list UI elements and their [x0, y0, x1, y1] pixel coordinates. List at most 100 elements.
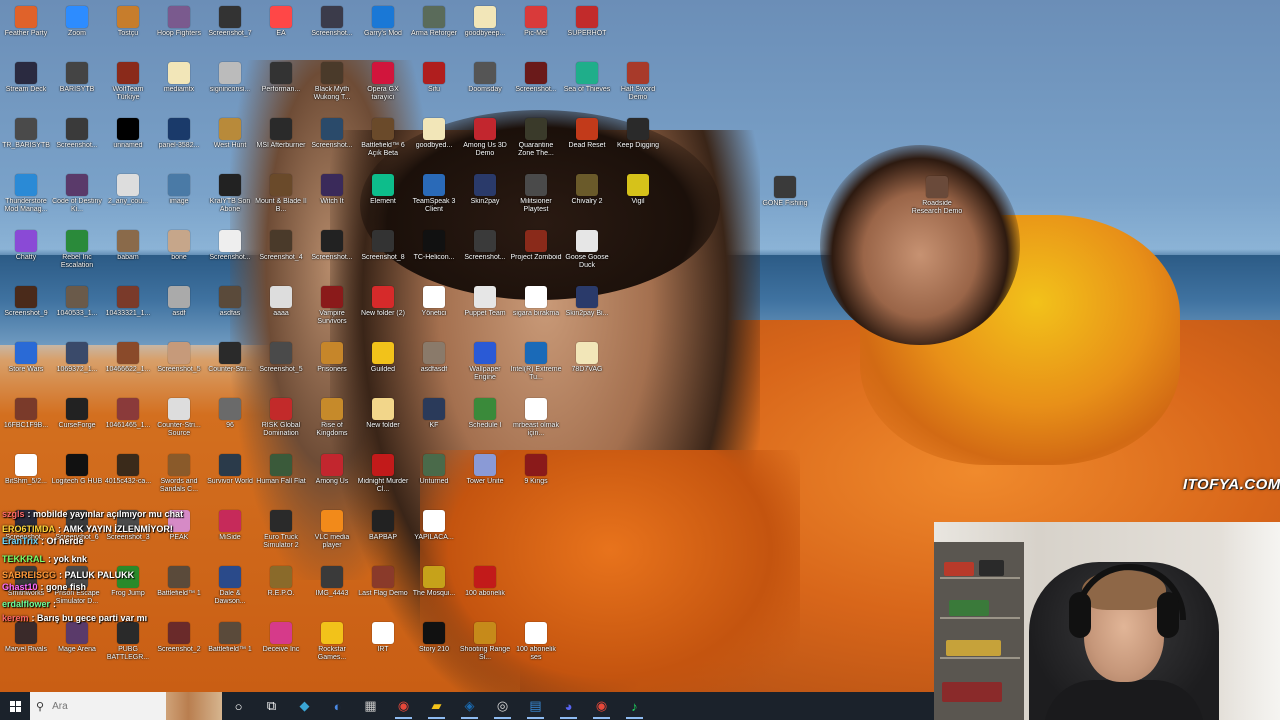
desktop-icon[interactable]: Rockstar Games...: [306, 618, 358, 662]
desktop-icon[interactable]: IMG_4443: [306, 562, 358, 598]
search-input[interactable]: [50, 699, 165, 713]
desktop-icon[interactable]: 9 Kings: [510, 450, 562, 486]
desktop-icon[interactable]: Human Fall Flat: [255, 450, 307, 486]
desktop-icon[interactable]: Last Flag Demo: [357, 562, 409, 598]
desktop-icon[interactable]: bone: [153, 226, 205, 262]
desktop-icon[interactable]: 10461465_1...: [102, 394, 154, 430]
desktop-icon[interactable]: Survivor World: [204, 450, 256, 486]
desktop-icon[interactable]: IRT: [357, 618, 409, 654]
desktop-icon[interactable]: Screenshot...: [459, 226, 511, 262]
taskbar-task-view-button[interactable]: ⧉: [255, 692, 288, 720]
desktop-icon[interactable]: Swords and Sandals C...: [153, 450, 205, 494]
taskbar-chrome-button[interactable]: ◉: [387, 692, 420, 720]
taskbar-app-button[interactable]: ▤: [519, 692, 552, 720]
desktop-icon[interactable]: Logitech G HUB: [51, 450, 103, 486]
desktop-icon[interactable]: babam: [102, 226, 154, 262]
desktop-icon[interactable]: 1040533_1...: [51, 282, 103, 318]
desktop-icon[interactable]: Rebel Inc Escalation: [51, 226, 103, 270]
desktop-icon[interactable]: GONE Fishing: [759, 172, 811, 208]
desktop-icon[interactable]: Among Us 3D Demo: [459, 114, 511, 158]
desktop-icon[interactable]: Sea of Thieves: [561, 58, 613, 94]
desktop-icon[interactable]: Screenshot...: [306, 226, 358, 262]
taskbar-calculator-button[interactable]: ▦: [354, 692, 387, 720]
desktop-icon[interactable]: asdfasdf: [408, 338, 460, 374]
desktop-icon[interactable]: EA: [255, 2, 307, 38]
desktop-icon[interactable]: Arma Reforger: [408, 2, 460, 38]
desktop-icon[interactable]: Hoop Fighters: [153, 2, 205, 38]
desktop-icon[interactable]: Screenshot_8: [357, 226, 409, 262]
desktop-icon[interactable]: Rise of Kingdoms: [306, 394, 358, 438]
desktop-icon[interactable]: Among Us: [306, 450, 358, 486]
taskbar-discord-button[interactable]: ◕: [552, 692, 585, 720]
desktop-icon[interactable]: Shooting Range Si...: [459, 618, 511, 662]
desktop-icon[interactable]: Store Wars: [0, 338, 52, 374]
desktop-icon[interactable]: Goose Goose Duck: [561, 226, 613, 270]
desktop-icon[interactable]: YAPILACA...: [408, 506, 460, 542]
desktop-icon[interactable]: goodbyed...: [408, 114, 460, 150]
desktop-icon[interactable]: 16FBC1F9B...: [0, 394, 52, 430]
taskbar-steam-button[interactable]: ◈: [453, 692, 486, 720]
desktop-icon[interactable]: Story 210: [408, 618, 460, 654]
desktop-icon[interactable]: TeamSpeak 3 Client: [408, 170, 460, 214]
taskbar-search-box[interactable]: ⚲: [30, 692, 222, 720]
desktop-icon[interactable]: Screenshot_5: [153, 338, 205, 374]
desktop-icon[interactable]: Element: [357, 170, 409, 206]
desktop-icon[interactable]: CurseForge: [51, 394, 103, 430]
desktop-icon[interactable]: Tower Unite: [459, 450, 511, 486]
desktop-icon[interactable]: Witch It: [306, 170, 358, 206]
taskbar-file-explorer-button[interactable]: ▰: [420, 692, 453, 720]
desktop-icon[interactable]: 10466622_1...: [102, 338, 154, 374]
desktop-icon[interactable]: Tostçu: [102, 2, 154, 38]
desktop-icon[interactable]: Keep Digging: [612, 114, 664, 150]
taskbar-streamdeck-taskbar-button[interactable]: ◆: [288, 692, 321, 720]
desktop-icon[interactable]: Puppet Team: [459, 282, 511, 318]
desktop-icon[interactable]: Mount & Blade II B...: [255, 170, 307, 214]
desktop-icon[interactable]: aaaa: [255, 282, 307, 318]
desktop-icon[interactable]: 4015c432-ca...: [102, 450, 154, 486]
desktop-icon[interactable]: asdf: [153, 282, 205, 318]
desktop-icon[interactable]: Feather Party: [0, 2, 52, 38]
desktop-icon[interactable]: Zoom: [51, 2, 103, 38]
desktop-icon[interactable]: Half Sword Demo: [612, 58, 664, 102]
desktop-icon[interactable]: BARISYTB: [51, 58, 103, 94]
desktop-icon[interactable]: 2_any_cou...: [102, 170, 154, 206]
desktop-icon[interactable]: Dead Reset: [561, 114, 613, 150]
desktop-icon[interactable]: Quarantine Zone The...: [510, 114, 562, 158]
desktop-icon[interactable]: Screenshot_9: [0, 282, 52, 318]
desktop-icon[interactable]: Unturned: [408, 450, 460, 486]
desktop-icon[interactable]: Black Myth Wukong T...: [306, 58, 358, 102]
desktop-icon[interactable]: TC-Helicon...: [408, 226, 460, 262]
desktop-icon[interactable]: KF: [408, 394, 460, 430]
desktop-icon[interactable]: Code of Destiny Ki...: [51, 170, 103, 214]
desktop-icon[interactable]: SUPERHOT: [561, 2, 613, 38]
desktop-icon[interactable]: 100 abonelik: [459, 562, 511, 598]
desktop-icon[interactable]: RISK Global Domination: [255, 394, 307, 438]
desktop-icon[interactable]: Militsioner Playtest: [510, 170, 562, 214]
desktop-icon[interactable]: mrbeast olmak için...: [510, 394, 562, 438]
desktop-icon[interactable]: TR_BARISYTB: [0, 114, 52, 150]
start-button[interactable]: [0, 692, 30, 720]
taskbar-copilot-button[interactable]: ◐: [321, 692, 354, 720]
desktop-icon[interactable]: Battlefield™ 6 Açık Beta: [357, 114, 409, 158]
desktop-icon[interactable]: unnamed: [102, 114, 154, 150]
desktop-icon[interactable]: Screenshot...: [204, 226, 256, 262]
desktop-icon[interactable]: Doomsday: [459, 58, 511, 94]
desktop-icon[interactable]: 96: [204, 394, 256, 430]
desktop-icon[interactable]: Intel(R) Extreme Tu...: [510, 338, 562, 382]
desktop-icon[interactable]: New folder: [357, 394, 409, 430]
desktop-icon[interactable]: Sifu: [408, 58, 460, 94]
desktop-icon[interactable]: Screenshot_7: [204, 2, 256, 38]
desktop-icon[interactable]: Wallpaper Engine: [459, 338, 511, 382]
desktop-icon[interactable]: 10433321_1...: [102, 282, 154, 318]
desktop-icon[interactable]: goodbyeep...: [459, 2, 511, 38]
desktop-icon[interactable]: Prisoners: [306, 338, 358, 374]
desktop-icon[interactable]: Deceive Inc: [255, 618, 307, 654]
desktop-icon[interactable]: Garry's Mod: [357, 2, 409, 38]
desktop-icon[interactable]: Vampire Survivors: [306, 282, 358, 326]
taskbar-obs-button[interactable]: ◎: [486, 692, 519, 720]
desktop-icon[interactable]: Opera GX tarayıcı: [357, 58, 409, 102]
desktop-icon[interactable]: Euro Truck Simulator 2: [255, 506, 307, 550]
desktop-icon[interactable]: Screenshot...: [510, 58, 562, 94]
desktop-icon[interactable]: VLC media player: [306, 506, 358, 550]
desktop-icon[interactable]: KralYTB Son Abone: [204, 170, 256, 214]
